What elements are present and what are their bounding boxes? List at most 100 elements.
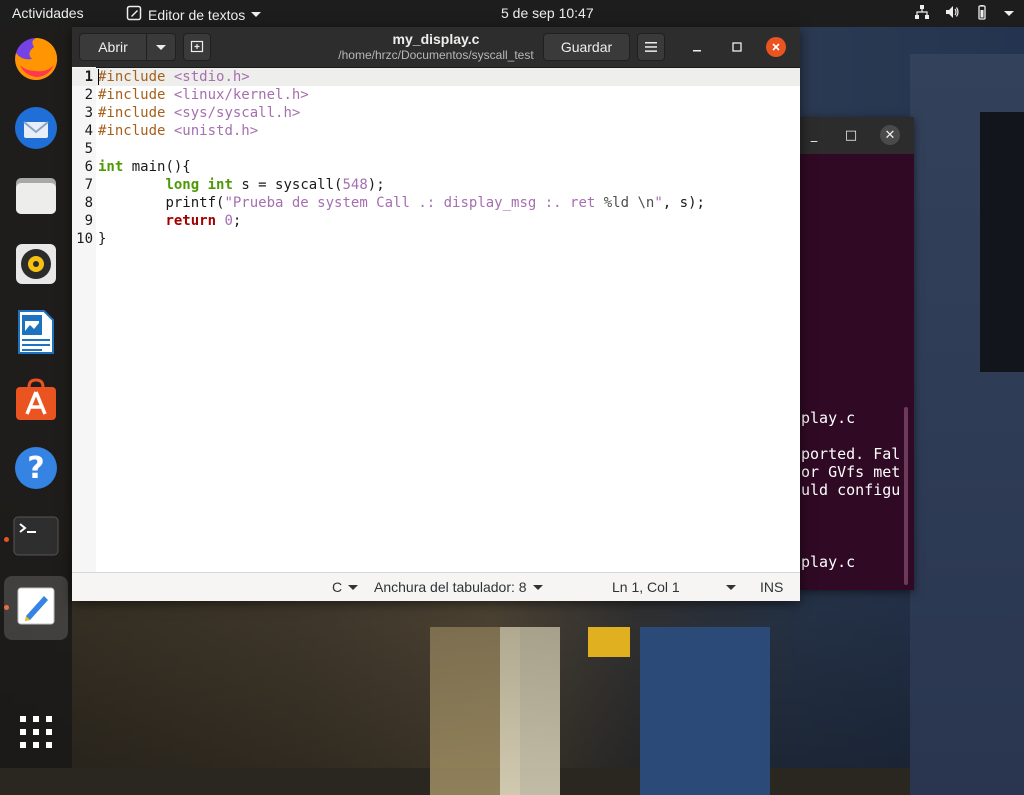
preprocessor: #include xyxy=(98,123,166,139)
chevron-down-icon xyxy=(725,584,736,590)
code-line[interactable]: 8 printf("Prueba de system Call .: displ… xyxy=(72,194,800,212)
code-fragment: , s); xyxy=(662,195,705,211)
code-fragment: ); xyxy=(367,177,385,193)
close-icon[interactable] xyxy=(766,37,786,57)
number-literal: 0 xyxy=(224,213,233,229)
line-number: 5 xyxy=(84,141,93,157)
code-text: return 0; xyxy=(98,212,241,230)
libreoffice-writer-icon xyxy=(16,309,56,359)
save-button[interactable]: Guardar xyxy=(543,33,630,61)
line-number: 7 xyxy=(84,177,93,193)
text-editor-icon xyxy=(16,586,56,630)
dock-show-apps[interactable] xyxy=(10,708,62,760)
code-line[interactable]: 4 #include <unistd.h> xyxy=(72,122,800,140)
dock-libreoffice-writer[interactable] xyxy=(10,308,62,360)
code-text: #include <linux/kernel.h> xyxy=(98,86,309,104)
terminal-line: ported. Fal xyxy=(801,445,901,463)
code-fragment: s = syscall( xyxy=(232,177,343,193)
app-menu-label: Editor de textos xyxy=(148,6,246,23)
files-icon xyxy=(13,173,59,223)
terminal-line: play.c xyxy=(801,409,856,427)
activities-button[interactable]: Actividades xyxy=(12,5,84,21)
line-number: 6 xyxy=(84,159,93,175)
system-tray[interactable] xyxy=(914,4,1014,23)
code-line[interactable]: 2 #include <linux/kernel.h> xyxy=(72,86,800,104)
dock-thunderbird[interactable] xyxy=(10,104,62,156)
wallpaper-pillar xyxy=(640,627,770,795)
code-text: long int s = syscall(548); xyxy=(98,176,385,194)
cursor-position-selector[interactable]: Ln 1, Col 1 xyxy=(612,579,736,595)
dock-help[interactable]: ? xyxy=(10,444,62,496)
show-apps-icon xyxy=(19,715,53,753)
terminal-line: play.c xyxy=(801,553,856,571)
code-line[interactable]: 9 return 0; xyxy=(72,212,800,230)
battery-icon xyxy=(974,4,990,23)
status-bar: C Anchura del tabulador: 8 Ln 1, Col 1 I… xyxy=(72,572,800,601)
app-menu[interactable]: Editor de textos xyxy=(126,5,262,24)
keyword: int xyxy=(207,177,233,193)
dock-rhythmbox[interactable] xyxy=(10,240,62,292)
wallpaper-platform-edge xyxy=(500,627,560,795)
text-editor-icon xyxy=(126,5,142,24)
code-line[interactable]: 3 #include <sys/syscall.h> xyxy=(72,104,800,122)
firefox-icon xyxy=(12,35,60,87)
maximize-icon[interactable]: □ xyxy=(841,125,861,145)
top-bar: Actividades Editor de textos 5 de sep 10… xyxy=(0,0,1024,27)
code-line[interactable]: 6 int main(){ xyxy=(72,158,800,176)
dock-firefox[interactable] xyxy=(10,35,62,87)
dock-files[interactable] xyxy=(10,172,62,224)
close-icon[interactable]: ✕ xyxy=(880,125,900,145)
editor-headerbar: Abrir my_display.c /home/hrzc/Documentos… xyxy=(72,27,800,68)
preprocessor: #include xyxy=(98,105,166,121)
line-number: 8 xyxy=(84,195,93,211)
insert-mode-indicator[interactable]: INS xyxy=(760,579,783,595)
chevron-down-icon xyxy=(251,12,262,17)
code-editor[interactable]: 1 #include <stdio.h> 2 #include <linux/k… xyxy=(72,67,800,572)
code-line[interactable]: 7 long int s = syscall(548); xyxy=(72,176,800,194)
menu-button[interactable] xyxy=(637,33,665,61)
include-header: <stdio.h> xyxy=(173,69,250,85)
volume-icon xyxy=(944,4,960,23)
include-header: <sys/syscall.h> xyxy=(173,105,301,121)
terminal-line: uld configu xyxy=(801,481,901,499)
running-indicator xyxy=(4,537,9,542)
code-fragment: ; xyxy=(232,213,242,229)
dock-text-editor[interactable] xyxy=(4,576,68,640)
tab-width-label: Anchura del tabulador: 8 xyxy=(374,579,527,595)
line-number: 4 xyxy=(84,123,93,139)
tab-width-selector[interactable]: Anchura del tabulador: 8 xyxy=(374,579,543,595)
code-text: } xyxy=(98,231,107,247)
dock-terminal[interactable] xyxy=(10,512,62,564)
code-text: int main(){ xyxy=(98,158,191,176)
code-text: #include <stdio.h> xyxy=(98,68,250,86)
code-line[interactable]: 5 xyxy=(72,140,800,158)
line-number: 10 xyxy=(76,231,93,247)
hamburger-menu-icon xyxy=(645,39,657,55)
terminal-scrollbar[interactable] xyxy=(904,407,908,585)
terminal-headerbar: _ □ ✕ xyxy=(800,117,914,154)
code-fragment: main(){ xyxy=(123,159,191,175)
rhythmbox-icon xyxy=(14,242,58,290)
minimize-icon[interactable]: _ xyxy=(804,125,824,145)
include-header: <unistd.h> xyxy=(173,123,259,139)
code-line[interactable]: 10 } xyxy=(72,230,800,248)
code-text: #include <sys/syscall.h> xyxy=(98,104,300,122)
maximize-icon[interactable] xyxy=(727,37,747,57)
minimize-icon[interactable] xyxy=(687,37,707,57)
language-selector[interactable]: C xyxy=(332,579,359,595)
language-label: C xyxy=(332,579,343,595)
terminal-window[interactable]: _ □ ✕ play.c ported. Fal or GVfs met uld… xyxy=(800,117,914,590)
software-icon xyxy=(13,377,59,427)
escape-sequence: \n xyxy=(637,195,655,211)
code-line[interactable]: 1 #include <stdio.h> xyxy=(72,68,800,86)
number-literal: 548 xyxy=(342,177,368,193)
dock-software[interactable] xyxy=(10,376,62,428)
chevron-down-icon xyxy=(348,584,359,590)
wallpaper-yellow-block xyxy=(588,627,630,657)
clock[interactable]: 5 de sep 10:47 xyxy=(501,5,594,21)
line-number: 1 xyxy=(84,69,93,85)
preprocessor: #include xyxy=(98,87,166,103)
